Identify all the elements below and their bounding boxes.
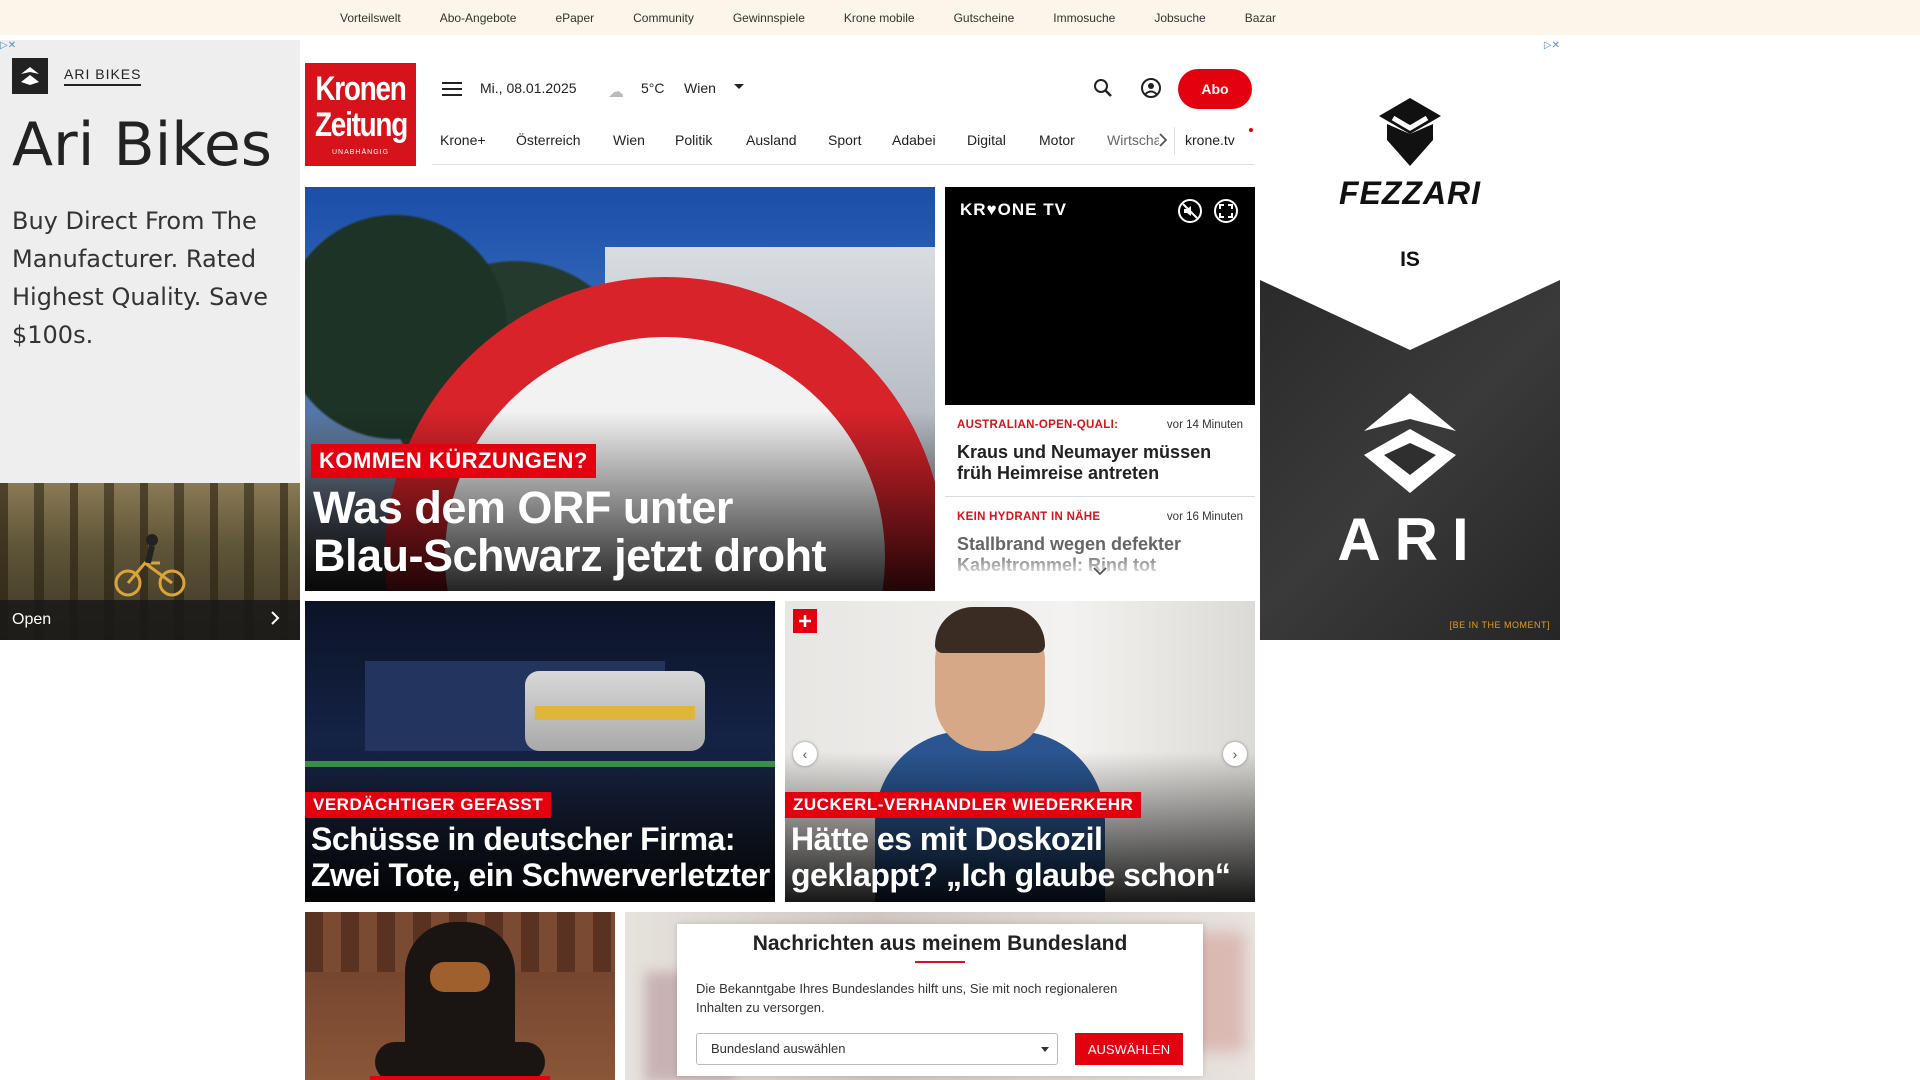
link-community[interactable]: Community [633, 11, 694, 25]
hero-headline-line1[interactable]: Was dem ORF unter [313, 484, 733, 532]
side-news-item[interactable]: KEIN HYDRANT IN NÄHE vor 16 Minuten Stal… [945, 497, 1255, 579]
chevron-right-icon [270, 610, 280, 631]
nav-separator [1174, 127, 1175, 155]
hero-headline-line2[interactable]: Blau-Schwarz jetzt droht [313, 532, 827, 580]
main-navigation: Krone+ Österreich Wien Politik Ausland S… [432, 124, 1254, 165]
left-advertisement[interactable]: ▷✕ ARI BIKES Ari Bikes Buy Direct From T… [0, 40, 300, 640]
logo-line-1: Kronen [315, 70, 406, 108]
krone-tv-logo: KR♥ONE TV [960, 200, 1067, 219]
fezzari-logo-icon [1379, 98, 1441, 166]
ad-headline: Ari Bikes [12, 110, 273, 180]
chevron-right-icon[interactable] [1158, 132, 1168, 153]
cloud-icon: ☁ [608, 84, 624, 101]
chevron-down-icon[interactable] [1092, 563, 1108, 579]
right-advertisement[interactable]: ▷✕ FEZZARI IS NOW ARI [BE IN THE MOMENT] [1260, 40, 1560, 640]
carousel-prev-button[interactable]: ‹ [793, 742, 817, 766]
nav-item-wirtschaft[interactable]: Wirtschaft [1107, 132, 1159, 148]
article-card[interactable]: VERDÄCHTIGER GEFASST Schüsse in deutsche… [305, 601, 775, 902]
card-headline-line1[interactable]: Schüsse in deutscher Firma: [311, 821, 735, 857]
krone-plus-icon [793, 609, 817, 633]
card-kicker: VERDÄCHTIGER GEFASST [305, 792, 552, 818]
nav-item-digital[interactable]: Digital [967, 132, 1006, 148]
bundesland-description: Die Bekanntgabe Ihres Bundeslandes hilft… [696, 981, 1118, 1015]
hero-article[interactable]: KOMMEN KÜRZUNGEN? Was dem ORF unter Blau… [305, 187, 935, 591]
carousel-next-button[interactable]: › [1223, 742, 1247, 766]
link-jobsuche[interactable]: Jobsuche [1154, 11, 1205, 25]
link-epaper[interactable]: ePaper [555, 11, 594, 25]
link-bazar[interactable]: Bazar [1245, 11, 1276, 25]
nav-item-oesterreich[interactable]: Österreich [516, 132, 581, 148]
abo-button[interactable]: Abo [1178, 69, 1252, 109]
news-kicker: KEIN HYDRANT IN NÄHE [957, 511, 1101, 523]
news-headline[interactable]: Kraus und Neumayer müssen früh Heimreise… [957, 442, 1247, 484]
nav-item-adabei[interactable]: Adabei [892, 132, 936, 148]
hamburger-menu-icon[interactable] [442, 82, 462, 96]
current-date: Mi., 08.01.2025 [480, 80, 577, 96]
logo-tagline: UNABHÄNGIG [331, 149, 390, 156]
fullscreen-icon[interactable] [1214, 199, 1238, 223]
bundesland-select-value: Bundesland auswählen [711, 1041, 846, 1056]
krone-tv-video-player[interactable]: KR♥ONE TV [945, 187, 1255, 405]
nav-item-kroneplus[interactable]: Krone+ [440, 132, 486, 148]
nav-item-wien[interactable]: Wien [613, 132, 645, 148]
link-immosuche[interactable]: Immosuche [1053, 11, 1115, 25]
card-headline-line1[interactable]: Hätte es mit Doskozil [791, 821, 1103, 857]
link-gutscheine[interactable]: Gutscheine [954, 11, 1015, 25]
nav-item-krone-tv[interactable]: krone.tv [1185, 132, 1235, 148]
nav-item-motor[interactable]: Motor [1039, 132, 1075, 148]
city-selector[interactable]: Wien [684, 80, 716, 96]
nav-item-sport[interactable]: Sport [828, 132, 861, 148]
ad-open-button[interactable]: Open [0, 600, 300, 640]
chevron-down-icon [1041, 1047, 1049, 1052]
live-indicator-dot [1249, 128, 1253, 132]
side-news-item[interactable]: AUSTRALIAN-OPEN-QUALI: vor 14 Minuten Kr… [945, 405, 1255, 497]
link-gewinnspiele[interactable]: Gewinnspiele [733, 11, 805, 25]
fezzari-brand: FEZZARI [1338, 175, 1482, 211]
news-time: vor 14 Minuten [1166, 419, 1243, 431]
header-bar: Mi., 08.01.2025 ☁ 5°C Wien Abo [432, 68, 1254, 110]
ari-logo-text: ARI [1337, 506, 1483, 573]
ari-logo-icon [12, 58, 48, 94]
nav-divider [432, 164, 1254, 165]
search-icon[interactable] [1092, 77, 1114, 99]
card-kicker: ZUCKERL-VERHANDLER WIEDERKEHR [785, 792, 1142, 818]
adchoices-icon[interactable]: ▷✕ [0, 40, 16, 51]
card-headline-line2[interactable]: Zwei Tote, ein Schwerverletzter [311, 857, 770, 893]
news-time: vor 16 Minuten [1166, 511, 1243, 523]
logo-line-2: Zeitung [314, 106, 408, 144]
card-headline-line2[interactable]: geklappt? „Ich glaube schon“ [791, 857, 1231, 893]
title-underline [915, 961, 965, 963]
hero-kicker: KOMMEN KÜRZUNGEN? [311, 444, 596, 478]
auswaehlen-button[interactable]: AUSWÄHLEN [1075, 1033, 1183, 1065]
link-krone-mobile[interactable]: Krone mobile [844, 11, 915, 25]
temperature: 5°C [641, 80, 665, 96]
top-utility-bar: Vorteilswelt Abo-Angebote ePaper Communi… [0, 0, 1920, 35]
article-card[interactable]: ‹ › ZUCKERL-VERHANDLER WIEDERKEHR Hätte … [785, 601, 1255, 902]
chevron-down-icon[interactable] [734, 84, 744, 89]
ad-line-is: IS [1400, 248, 1420, 271]
news-kicker: AUSTRALIAN-OPEN-QUALI: [957, 419, 1119, 431]
bundesland-selection-box: Nachrichten aus meinem Bundesland Die Be… [677, 924, 1203, 1076]
article-image-dog[interactable] [305, 912, 615, 1080]
ad-slogan: [BE IN THE MOMENT] [1449, 620, 1550, 630]
bundesland-select[interactable]: Bundesland auswählen [696, 1033, 1058, 1065]
ad-brand-row: ARI BIKES [12, 58, 142, 94]
link-abo-angebote[interactable]: Abo-Angebote [440, 11, 517, 25]
user-account-icon[interactable] [1140, 77, 1162, 99]
kronen-zeitung-logo[interactable]: Kronen Zeitung UNABHÄNGIG [305, 63, 416, 166]
link-vorteilswelt[interactable]: Vorteilswelt [340, 11, 401, 25]
mute-icon[interactable] [1178, 199, 1202, 223]
ad-brand-name[interactable]: ARI BIKES [64, 66, 142, 86]
adchoices-icon[interactable]: ▷✕ [1544, 40, 1560, 51]
ad-body-text: Buy Direct From The Manufacturer. Rated … [12, 207, 268, 349]
nav-item-ausland[interactable]: Ausland [746, 132, 797, 148]
ari-logo-icon [1364, 393, 1456, 493]
ad-open-label: Open [12, 611, 52, 628]
utility-links: Vorteilswelt Abo-Angebote ePaper Communi… [340, 0, 1315, 35]
nav-item-politik[interactable]: Politik [675, 132, 712, 148]
bundesland-title: Nachrichten aus meinem Bundesland [752, 932, 1128, 955]
